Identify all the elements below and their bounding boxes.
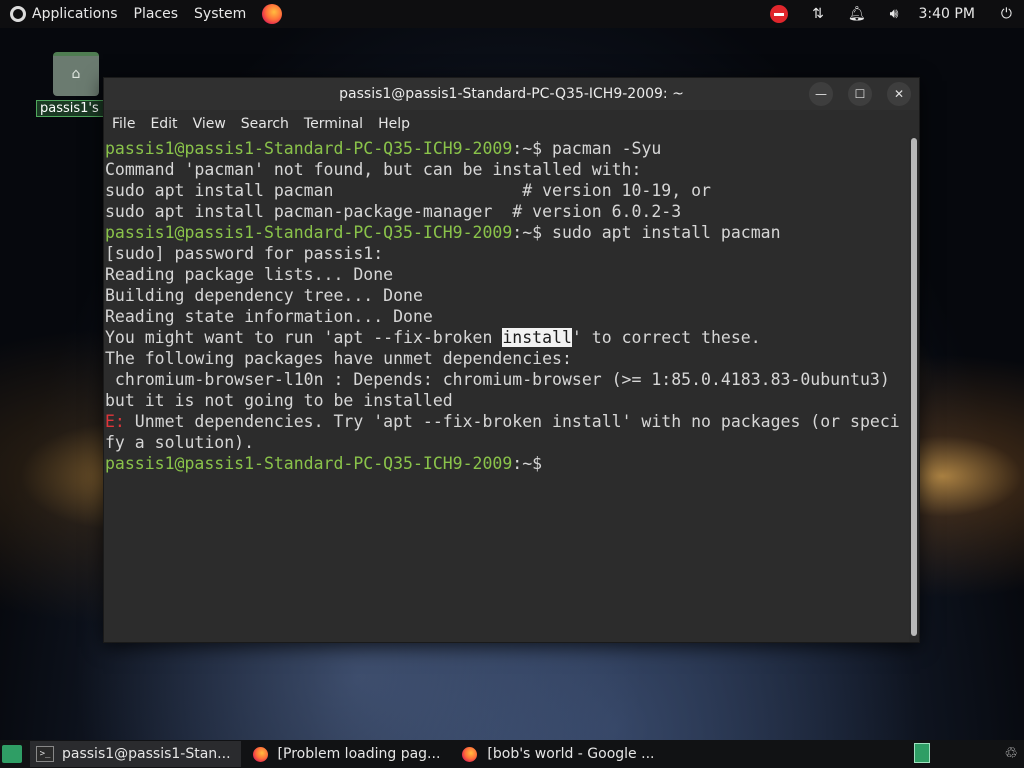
workspace-switcher[interactable] — [914, 743, 930, 763]
bottom-taskbar: >_ passis1@passis1-Stan... [Problem load… — [0, 740, 1024, 768]
applications-menu[interactable]: Applications — [0, 0, 134, 28]
menu-help[interactable]: Help — [378, 116, 410, 132]
minimize-button[interactable]: — — [809, 82, 833, 106]
system-menu[interactable]: System — [194, 0, 262, 28]
system-menu-label: System — [194, 6, 247, 22]
show-desktop-button[interactable] — [2, 745, 22, 763]
ubuntu-logo-icon — [10, 6, 26, 22]
clock[interactable]: 3:40 PM — [919, 6, 975, 22]
maximize-button[interactable]: ☐ — [848, 82, 872, 106]
bell-icon[interactable]: 🔔︎ — [848, 6, 866, 22]
home-folder-icon: ⌂ — [53, 52, 99, 96]
terminal-window: passis1@passis1-Standard-PC-Q35-ICH9-200… — [103, 77, 920, 643]
firefox-icon — [462, 746, 478, 762]
terminal-line: sudo apt install pacman # version 10-19,… — [105, 181, 711, 200]
taskbar-item-firefox-2[interactable]: [bob's world - Google ... — [456, 741, 664, 767]
terminal-line: Building dependency tree... Done — [105, 286, 423, 305]
terminal-line: The following packages have unmet depend… — [105, 349, 572, 368]
taskbar-item-firefox-1[interactable]: [Problem loading pag... — [247, 741, 451, 767]
firefox-launcher[interactable] — [262, 0, 283, 28]
terminal-titlebar[interactable]: passis1@passis1-Standard-PC-Q35-ICH9-200… — [104, 78, 919, 110]
no-entry-icon[interactable] — [770, 5, 789, 23]
power-icon[interactable]: ⏻ — [1001, 6, 1012, 22]
terminal-line: sudo apt install pacman-package-manager … — [105, 202, 682, 221]
terminal-icon: >_ — [36, 746, 54, 762]
terminal-line: You might want to run 'apt --fix-broken … — [105, 328, 761, 347]
terminal-menubar: File Edit View Search Terminal Help — [104, 110, 919, 138]
menu-edit[interactable]: Edit — [150, 116, 177, 132]
network-icon[interactable]: ⇅ — [812, 6, 824, 22]
terminal-line: Command 'pacman' not found, but can be i… — [105, 160, 642, 179]
terminal-line: passis1@passis1-Standard-PC-Q35-ICH9-200… — [105, 223, 781, 242]
terminal-line: [sudo] password for passis1: — [105, 244, 384, 263]
menu-view[interactable]: View — [193, 116, 226, 132]
terminal-line: but it is not going to be installed — [105, 391, 453, 410]
taskbar-item-label: passis1@passis1-Stan... — [62, 746, 231, 762]
terminal-scrollbar[interactable] — [911, 138, 917, 636]
places-menu[interactable]: Places — [134, 0, 195, 28]
error-prefix: E: — [105, 412, 125, 431]
taskbar-item-label: [bob's world - Google ... — [487, 746, 655, 762]
top-panel: Applications Places System ⇅ 🔔︎ 🔊︎ 3:40 … — [0, 0, 1024, 28]
close-button[interactable]: ✕ — [887, 82, 911, 106]
firefox-icon — [252, 746, 268, 762]
menu-file[interactable]: File — [112, 116, 135, 132]
terminal-line: Reading state information... Done — [105, 307, 433, 326]
taskbar-item-terminal[interactable]: >_ passis1@passis1-Stan... — [30, 741, 241, 767]
terminal-line: E: Unmet dependencies. Try 'apt --fix-br… — [105, 412, 900, 431]
terminal-line: fy a solution). — [105, 433, 255, 452]
applications-menu-label: Applications — [32, 6, 118, 22]
terminal-line: passis1@passis1-Standard-PC-Q35-ICH9-200… — [105, 139, 662, 158]
terminal-title: passis1@passis1-Standard-PC-Q35-ICH9-200… — [339, 86, 684, 102]
places-menu-label: Places — [133, 6, 179, 22]
selected-text: install — [502, 328, 572, 347]
trash-icon[interactable]: ♲ — [1005, 744, 1018, 762]
terminal-output[interactable]: passis1@passis1-Standard-PC-Q35-ICH9-200… — [104, 138, 909, 642]
terminal-line: passis1@passis1-Standard-PC-Q35-ICH9-200… — [105, 454, 543, 473]
terminal-line: chromium-browser-l10n : Depends: chromiu… — [105, 370, 890, 389]
menu-search[interactable]: Search — [241, 116, 289, 132]
firefox-icon — [262, 4, 283, 24]
taskbar-item-label: [Problem loading pag... — [277, 746, 441, 762]
menu-terminal[interactable]: Terminal — [304, 116, 363, 132]
volume-icon[interactable]: 🔊︎ — [890, 6, 899, 22]
terminal-line: Reading package lists... Done — [105, 265, 394, 284]
